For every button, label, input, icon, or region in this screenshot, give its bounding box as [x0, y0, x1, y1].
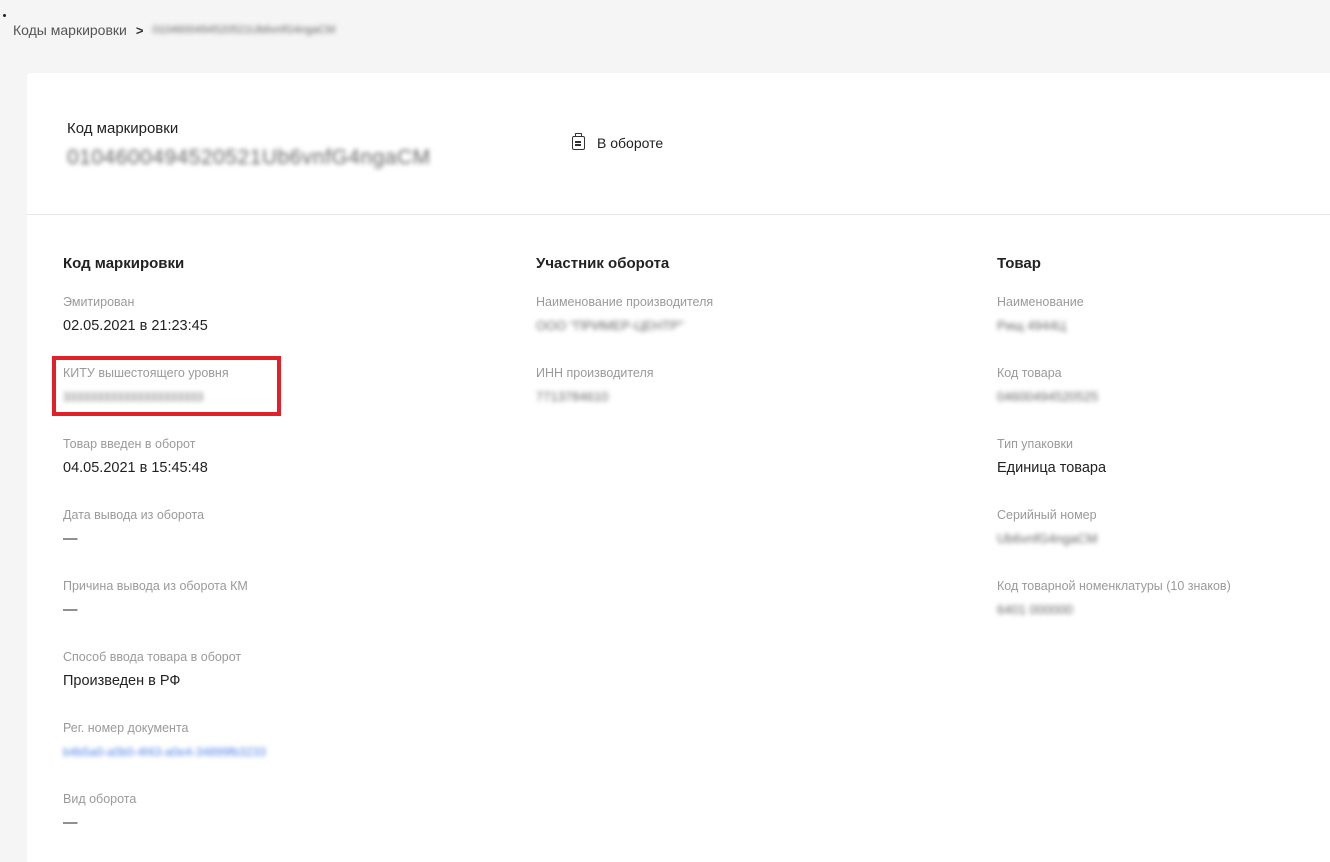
field-serial-number: Серийный номер Ub6vnfG4ngaCM [997, 507, 1231, 578]
field-label: Вид оборота [63, 792, 137, 806]
field-withdrawal-date: Дата вывода из оборота — [63, 507, 266, 578]
column-title: Код маркировки [63, 255, 185, 272]
field-value: Произведен в РФ [63, 673, 181, 689]
card-header: Код маркировки 0104600494520521Ub6vnfG4n… [27, 73, 1330, 215]
field-value: 333333333333333333333 [63, 390, 204, 404]
clipboard-icon [572, 133, 585, 150]
field-label: Причина вывода из оборота КМ [63, 579, 248, 593]
field-label: Рег. номер документа [63, 721, 189, 735]
field-value: ООО "ПРИМЕР-ЦЕНТР" [536, 318, 684, 333]
bullet-dot [3, 14, 6, 17]
field-package-type: Тип упаковки Единица товара [997, 436, 1231, 507]
column-product: Товар Наименование Рищ 4944Ц Код товара … [997, 255, 1231, 649]
column-title: Участник оборота [536, 255, 670, 272]
highlight-box [52, 356, 281, 416]
marking-code-card: Код маркировки 0104600494520521Ub6vnfG4n… [27, 73, 1330, 862]
doc-reg-number-link[interactable]: b4b5a0-a0b0-4f43-a0e4-34899fb3233 [63, 742, 266, 762]
field-label: Наименование [997, 295, 1084, 309]
field-label: Дата вывода из оборота [63, 508, 205, 522]
field-label: Код товарной номенклатуры (10 знаков) [997, 579, 1231, 593]
field-label: Тип упаковки [997, 437, 1073, 451]
field-value: 04.05.2021 в 15:45:48 [63, 460, 208, 476]
status-badge: В обороте [572, 133, 664, 151]
field-product-code: Код товара 04600494520525 [997, 365, 1231, 436]
field-label: Способ ввода товара в оборот [63, 650, 242, 664]
field-input-method: Способ ввода товара в оборот Произведен … [63, 649, 266, 720]
field-value: 04600494520525 [997, 389, 1099, 404]
field-emitted: Эмитирован 02.05.2021 в 21:23:45 [63, 294, 266, 365]
code-title: Код маркировки [67, 120, 179, 137]
field-value: — [63, 602, 78, 618]
column-title: Товар [997, 255, 1041, 272]
field-introduced: Товар введен в оборот 04.05.2021 в 15:45… [63, 436, 266, 507]
field-doc-reg-number: Рег. номер документа b4b5a0-a0b0-4f43-a0… [63, 720, 266, 791]
field-label: Товар введен в оборот [63, 437, 196, 451]
field-label: Эмитирован [63, 295, 135, 309]
field-withdrawal-reason: Причина вывода из оборота КМ — [63, 578, 266, 649]
breadcrumb: Коды маркировки > 0104600494520521Ub6vnf… [13, 22, 335, 38]
field-label: Код товара [997, 366, 1062, 380]
field-value: — [63, 815, 78, 831]
field-tnved-code: Код товарной номенклатуры (10 знаков) 64… [997, 578, 1231, 649]
column-marking-code: Код маркировки Эмитирован 02.05.2021 в 2… [52, 255, 281, 862]
field-product-name: Наименование Рищ 4944Ц [997, 294, 1231, 365]
breadcrumb-current-code: 0104600494520521Ub6vnfG4ngaCM [152, 24, 336, 36]
field-label: ИНН производителя [536, 366, 654, 380]
field-value: 7713784610 [536, 389, 609, 404]
field-value: — [63, 531, 78, 547]
field-value: Рищ 4944Ц [997, 318, 1066, 333]
breadcrumb-root-link[interactable]: Коды маркировки [13, 22, 127, 38]
code-value: 0104600494520521Ub6vnfG4ngaCM [67, 146, 431, 169]
field-parent-kitu: КИТУ вышестоящего уровня 333333333333333… [52, 356, 281, 436]
field-value: 6401 000000 [997, 602, 1073, 617]
field-label: Наименование производителя [536, 295, 714, 309]
column-participant: Участник оборота Наименование производит… [536, 255, 713, 436]
field-value: 02.05.2021 в 21:23:45 [63, 318, 208, 334]
field-manufacturer-name: Наименование производителя ООО "ПРИМЕР-Ц… [536, 294, 713, 365]
field-manufacturer-inn: ИНН производителя 7713784610 [536, 365, 713, 436]
breadcrumb-separator-chevron-icon: > [135, 22, 144, 38]
field-value: Ub6vnfG4ngaCM [997, 531, 1098, 546]
status-label: В обороте [597, 135, 664, 151]
field-turnover-type: Вид оборота — [63, 791, 266, 862]
field-label: Серийный номер [997, 508, 1097, 522]
field-value: Единица товара [997, 460, 1107, 476]
